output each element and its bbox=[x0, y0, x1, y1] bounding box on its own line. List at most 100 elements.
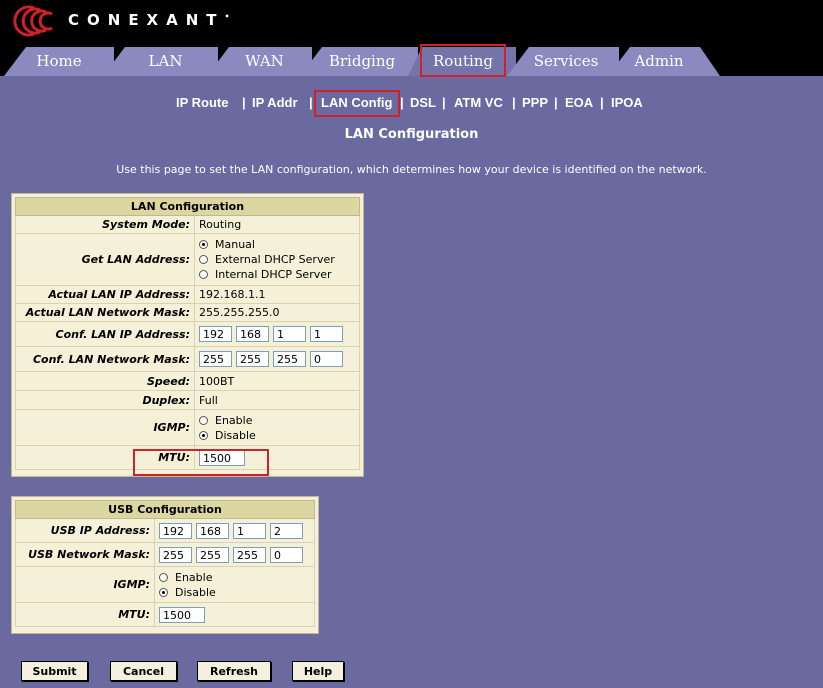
get-lan-address-label: Get LAN Address: bbox=[15, 233, 195, 286]
system-mode-label: System Mode: bbox=[15, 215, 195, 234]
tab-wan-label: WAN bbox=[245, 52, 284, 70]
usb-igmp-label: IGMP: bbox=[15, 566, 155, 603]
actual-lan-mask-label: Actual LAN Network Mask: bbox=[15, 303, 195, 322]
tab-lan-label: LAN bbox=[148, 52, 183, 70]
duplex-value: Full bbox=[194, 390, 360, 410]
usb-config-header: USB Configuration bbox=[15, 500, 315, 519]
conf-lan-ip-label: Conf. LAN IP Address: bbox=[15, 321, 195, 347]
tab-bridging[interactable]: Bridging bbox=[300, 47, 418, 76]
usb-ip-label: USB IP Address: bbox=[15, 518, 155, 543]
subnav-dsl[interactable]: DSL bbox=[410, 95, 436, 110]
tab-admin-label: Admin bbox=[634, 52, 684, 70]
usb-mask-octet-4[interactable]: 0 bbox=[270, 546, 303, 563]
lan-igmp-enable-radio[interactable]: Enable bbox=[199, 413, 355, 428]
lan-igmp-label: IGMP: bbox=[15, 409, 195, 446]
usb-mask-octet-1[interactable]: 255 bbox=[159, 546, 192, 563]
usb-ip-octet-4[interactable]: 2 bbox=[270, 522, 303, 539]
subnav-separator: | bbox=[512, 95, 516, 110]
speed-label: Speed: bbox=[15, 371, 195, 391]
refresh-button[interactable]: Refresh bbox=[197, 661, 271, 681]
conf-lan-ip-octet-4[interactable]: 1 bbox=[310, 326, 343, 342]
usb-mask-octet-2[interactable]: 255 bbox=[196, 546, 229, 563]
subnav-separator: | bbox=[242, 95, 246, 110]
conf-lan-mask-octet-1[interactable]: 255 bbox=[199, 351, 232, 367]
tab-home[interactable]: Home bbox=[4, 47, 114, 76]
subnav-separator: | bbox=[309, 95, 313, 110]
usb-configuration-panel: USB Configuration USB IP Address: 192 168… bbox=[11, 496, 319, 634]
system-mode-value: Routing bbox=[194, 215, 360, 234]
radio-unselected-icon bbox=[199, 255, 208, 264]
radio-selected-icon bbox=[159, 587, 168, 597]
conf-lan-ip-octet-2[interactable]: 168 bbox=[236, 326, 269, 342]
usb-ip-octet-2[interactable]: 168 bbox=[196, 522, 229, 539]
radio-unselected-icon bbox=[159, 572, 168, 582]
subnav-separator: | bbox=[442, 95, 446, 110]
radio-label: External DHCP Server bbox=[215, 253, 335, 266]
tab-bridging-label: Bridging bbox=[328, 52, 396, 70]
tab-admin[interactable]: Admin bbox=[608, 47, 720, 76]
sub-navigation: IP Route | IP Addr | LAN Config | DSL | … bbox=[0, 95, 823, 113]
radio-unselected-icon bbox=[199, 270, 208, 279]
lan-mtu-label: MTU: bbox=[15, 445, 195, 470]
radio-selected-icon bbox=[199, 240, 208, 249]
radio-label: Enable bbox=[215, 413, 253, 427]
tab-services-label: Services bbox=[533, 52, 599, 70]
usb-mtu-input[interactable]: 1500 bbox=[159, 606, 205, 623]
subnav-atm-vc[interactable]: ATM VC bbox=[454, 95, 503, 110]
subnav-ip-route[interactable]: IP Route bbox=[176, 95, 229, 110]
subnav-lan-config[interactable]: LAN Config bbox=[321, 95, 392, 110]
page-description: Use this page to set the LAN configurati… bbox=[116, 163, 707, 176]
page-title: LAN Configuration bbox=[344, 127, 479, 142]
conf-lan-mask-label: Conf. LAN Network Mask: bbox=[15, 346, 195, 372]
usb-ip-octet-3[interactable]: 1 bbox=[233, 522, 266, 539]
brand-name: CONEXANT• bbox=[68, 11, 230, 29]
actual-lan-mask-value: 255.255.255.0 bbox=[194, 303, 360, 322]
tab-wan[interactable]: WAN bbox=[207, 47, 312, 76]
radio-label: Manual bbox=[215, 238, 255, 251]
tab-home-label: Home bbox=[36, 52, 82, 70]
conf-lan-mask-octet-4[interactable]: 0 bbox=[310, 351, 343, 367]
get-lan-internal-dhcp-radio[interactable]: Internal DHCP Server bbox=[199, 267, 355, 282]
submit-button[interactable]: Submit bbox=[21, 661, 88, 681]
lan-configuration-panel: LAN Configuration System Mode: Routing G… bbox=[11, 193, 364, 477]
radio-label: Disable bbox=[175, 585, 216, 599]
lan-config-header: LAN Configuration bbox=[15, 197, 360, 216]
conf-lan-mask-octet-3[interactable]: 255 bbox=[273, 351, 306, 367]
conf-lan-ip-octet-3[interactable]: 1 bbox=[273, 326, 306, 342]
actual-lan-ip-label: Actual LAN IP Address: bbox=[15, 285, 195, 304]
radio-label: Enable bbox=[175, 570, 213, 584]
radio-label: Disable bbox=[215, 428, 256, 442]
subnav-separator: | bbox=[600, 95, 604, 110]
get-lan-manual-radio[interactable]: Manual bbox=[199, 237, 355, 252]
usb-mtu-label: MTU: bbox=[15, 602, 155, 627]
usb-igmp-enable-radio[interactable]: Enable bbox=[159, 570, 310, 585]
usb-mask-octet-3[interactable]: 255 bbox=[233, 546, 266, 563]
cancel-button[interactable]: Cancel bbox=[110, 661, 177, 681]
conf-lan-mask-octet-2[interactable]: 255 bbox=[236, 351, 269, 367]
subnav-ip-addr[interactable]: IP Addr bbox=[252, 95, 298, 110]
tab-lan[interactable]: LAN bbox=[103, 47, 218, 76]
conexant-logo-icon bbox=[13, 5, 53, 37]
subnav-ipoa[interactable]: IPOA bbox=[611, 95, 643, 110]
subnav-ppp[interactable]: PPP bbox=[522, 95, 548, 110]
help-button[interactable]: Help bbox=[292, 661, 344, 681]
actual-lan-ip-value: 192.168.1.1 bbox=[194, 285, 360, 304]
radio-label: Internal DHCP Server bbox=[215, 268, 332, 281]
radio-unselected-icon bbox=[199, 415, 208, 425]
lan-igmp-disable-radio[interactable]: Disable bbox=[199, 428, 355, 443]
usb-mask-label: USB Network Mask: bbox=[15, 542, 155, 567]
tab-routing-label: Routing bbox=[432, 52, 494, 70]
subnav-separator: | bbox=[400, 95, 404, 110]
subnav-eoa[interactable]: EOA bbox=[565, 95, 593, 110]
tab-routing[interactable]: Routing bbox=[408, 47, 516, 76]
speed-value: 100BT bbox=[194, 371, 360, 391]
get-lan-external-dhcp-radio[interactable]: External DHCP Server bbox=[199, 252, 355, 267]
duplex-label: Duplex: bbox=[15, 390, 195, 410]
conf-lan-ip-octet-1[interactable]: 192 bbox=[199, 326, 232, 342]
subnav-separator: | bbox=[554, 95, 558, 110]
radio-selected-icon bbox=[199, 430, 208, 440]
lan-mtu-input[interactable]: 1500 bbox=[199, 449, 245, 466]
usb-igmp-disable-radio[interactable]: Disable bbox=[159, 585, 310, 600]
usb-ip-octet-1[interactable]: 192 bbox=[159, 522, 192, 539]
tab-services[interactable]: Services bbox=[507, 47, 619, 76]
